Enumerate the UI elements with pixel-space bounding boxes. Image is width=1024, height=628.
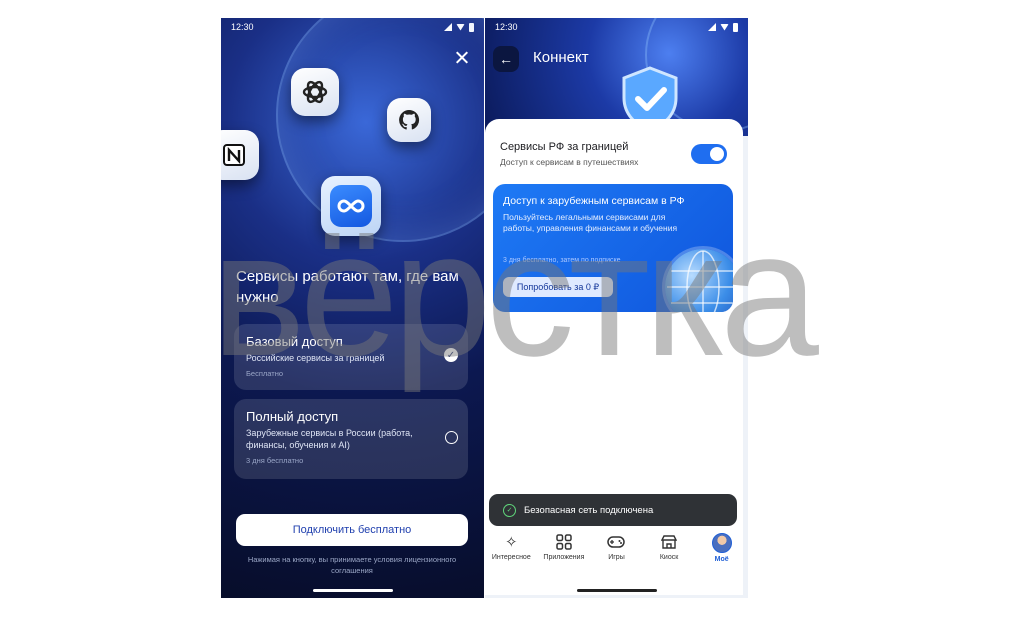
nav-label: Интересное xyxy=(491,554,531,561)
wifi-icon xyxy=(720,23,729,31)
check-circle-icon: ✓ xyxy=(503,503,516,517)
page-title: Сервисы работают там, где вам нужно xyxy=(236,268,459,306)
apps-grid-icon xyxy=(555,533,573,551)
nav-item-kiosk[interactable]: Киоск xyxy=(643,533,695,578)
notion-icon xyxy=(221,130,259,180)
connect-screen: 12:30 ← Коннект Сервисы РФ за границей Д… xyxy=(485,18,748,598)
back-arrow-icon[interactable]: ← xyxy=(493,46,519,72)
nav-label: Киоск xyxy=(659,554,679,561)
nav-item-apps[interactable]: Приложения xyxy=(538,533,590,578)
option-note: 3 дня бесплатно xyxy=(246,456,304,465)
promo-title: Доступ к зарубежным сервисам в РФ xyxy=(503,195,685,207)
promo-note: 3 дня бесплатно, затем по подписке xyxy=(503,257,621,264)
bottom-navigation: ✧ Интересное Приложения Игры Киоск Моё xyxy=(485,533,748,578)
infinity-icon xyxy=(321,176,381,236)
kiosk-icon xyxy=(660,533,678,551)
status-time: 12:30 xyxy=(231,22,254,32)
gamepad-icon xyxy=(607,533,626,551)
signal-icon xyxy=(708,23,716,31)
toast-notification: ✓ Безопасная сеть подключена xyxy=(489,494,737,526)
chatgpt-icon xyxy=(291,68,339,116)
nav-item-mine[interactable]: Моё xyxy=(696,533,748,578)
battery-icon xyxy=(733,22,738,32)
option-full-access[interactable]: Полный доступ Зарубежные сервисы в Росси… xyxy=(234,399,468,479)
toast-text: Безопасная сеть подключена xyxy=(524,504,654,516)
github-icon xyxy=(387,98,431,142)
nav-label: Моё xyxy=(714,556,729,563)
nav-item-games[interactable]: Игры xyxy=(590,533,642,578)
option-title: Полный доступ xyxy=(246,409,339,424)
legal-text: Нажимая на кнопку, вы принимаете условия… xyxy=(247,555,457,575)
home-indicator xyxy=(576,589,657,592)
services-toggle[interactable] xyxy=(691,144,727,164)
toggle-subtitle: Доступ к сервисам в путешествиях xyxy=(500,157,639,167)
try-free-button[interactable]: Попробовать за 0 ₽ xyxy=(503,277,613,297)
option-subtitle: Российские сервисы за границей xyxy=(246,353,385,363)
screen-title: Коннект xyxy=(533,49,589,66)
radio-empty-icon xyxy=(445,431,458,444)
option-title: Базовый доступ xyxy=(246,334,343,349)
toggle-title: Сервисы РФ за границей xyxy=(500,141,629,153)
avatar-icon xyxy=(711,533,732,553)
checkmark-icon: ✓ xyxy=(444,348,458,362)
close-icon[interactable] xyxy=(452,48,472,68)
connect-free-button[interactable]: Подключить бесплатно xyxy=(236,514,468,546)
home-indicator xyxy=(312,589,393,592)
nav-item-interesting[interactable]: ✧ Интересное xyxy=(485,533,537,578)
nav-label: Игры xyxy=(608,554,625,561)
option-note: Бесплатно xyxy=(246,369,284,378)
option-basic-access[interactable]: Базовый доступ Российские сервисы за гра… xyxy=(234,324,468,390)
status-time: 12:30 xyxy=(495,22,518,32)
promo-card: Доступ к зарубежным сервисам в РФ Пользу… xyxy=(493,184,733,312)
option-subtitle: Зарубежные сервисы в России (работа, фин… xyxy=(246,428,413,450)
sparkle-icon: ✧ xyxy=(505,534,518,551)
status-bar: 12:30 xyxy=(485,18,748,36)
globe-icon xyxy=(665,249,733,312)
nav-label: Приложения xyxy=(543,554,585,561)
promo-description: Пользуйтесь легальными сервисами для раб… xyxy=(503,212,678,233)
onboarding-screen: 12:30 Сервисы работают там, где вам нужн… xyxy=(221,18,484,598)
